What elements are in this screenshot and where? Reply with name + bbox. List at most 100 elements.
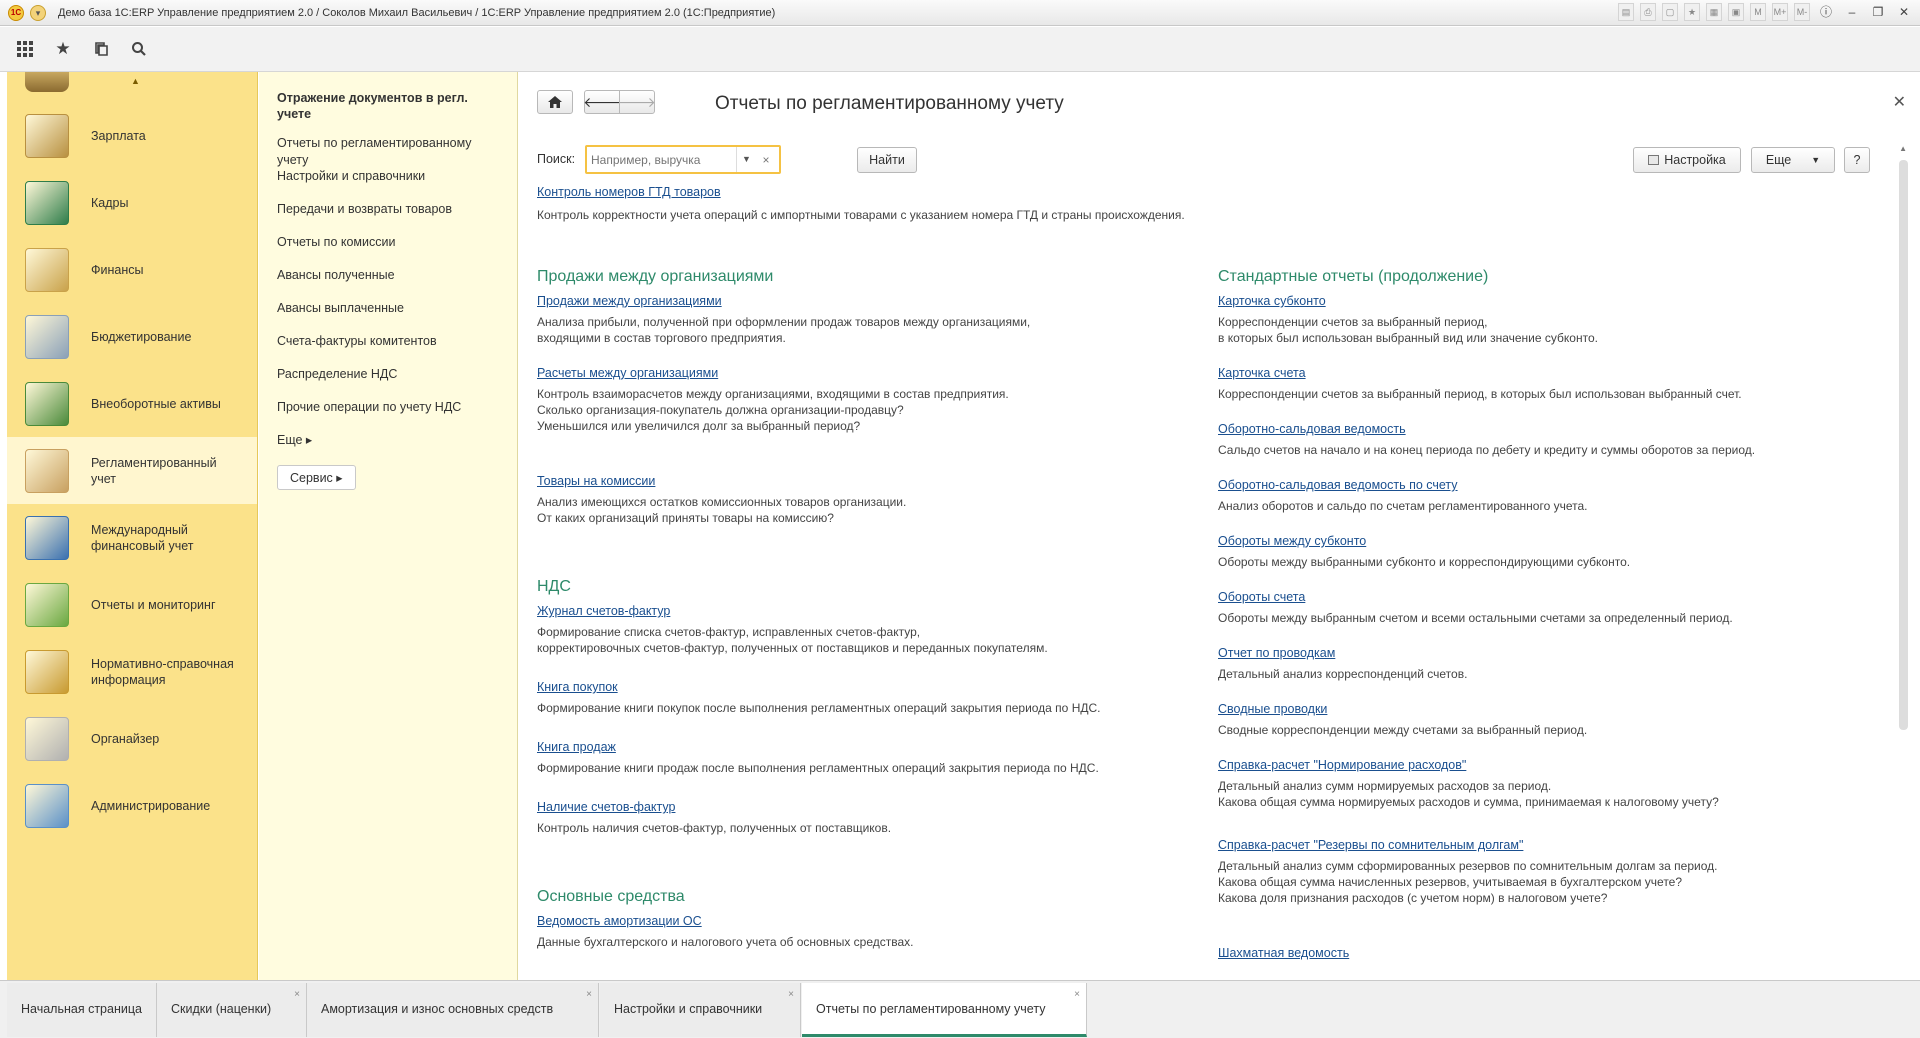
- section-item[interactable]: Регламентированный учет: [7, 437, 257, 504]
- minimize-icon[interactable]: –: [1842, 3, 1862, 21]
- tab-close-icon[interactable]: ×: [294, 969, 300, 1021]
- report-link[interactable]: Отчет по проводкам: [1218, 646, 1335, 660]
- panel-item[interactable]: Прочие операции по учету НДС: [277, 399, 499, 432]
- panel-item[interactable]: Отчеты по комиссии: [277, 234, 499, 267]
- description-line: корректировочных счетов-фактур, полученн…: [537, 641, 1048, 655]
- panel-item[interactable]: Счета-фактуры комитентов: [277, 333, 499, 366]
- app-logo-icon[interactable]: 1С: [8, 4, 24, 21]
- report-link[interactable]: Оборотно-сальдовая ведомость по счету: [1218, 478, 1458, 492]
- window-tab[interactable]: Скидки (наценки) ×: [157, 983, 307, 1037]
- favorites-star-icon[interactable]: ★: [44, 27, 82, 72]
- panel-items: Отчеты по регламентированному учету Настр…: [277, 135, 499, 432]
- calculator-icon[interactable]: ▦: [1706, 3, 1722, 21]
- window-tab[interactable]: Настройки и справочники ×: [600, 983, 801, 1037]
- service-button[interactable]: Сервис ▸: [277, 465, 356, 490]
- report-link[interactable]: Справка-расчет "Нормирование расходов": [1218, 758, 1466, 772]
- scroll-up-icon[interactable]: ▲: [131, 76, 140, 86]
- history-icon[interactable]: [82, 27, 120, 72]
- reports-chart-icon: [25, 582, 69, 627]
- report-link[interactable]: Справка-расчет "Резервы по сомнительным …: [1218, 838, 1523, 852]
- more-button[interactable]: Еще ▼: [1751, 147, 1835, 173]
- window-tab[interactable]: Отчеты по регламентированному учету ×: [802, 983, 1087, 1037]
- memory-m-icon[interactable]: M: [1750, 3, 1766, 21]
- info-icon[interactable]: ⓘ: [1816, 3, 1836, 21]
- section-item[interactable]: Международный финансовый учет: [7, 504, 257, 571]
- report-link[interactable]: Расчеты между организациями: [537, 366, 718, 380]
- section-item[interactable]: Отчеты и мониторинг: [7, 571, 257, 638]
- report-link[interactable]: Ведомость амортизации ОС: [537, 914, 702, 928]
- help-button[interactable]: ?: [1844, 147, 1870, 173]
- scroll-up-arrow-icon[interactable]: ▲: [1899, 144, 1907, 153]
- top-report: Контроль номеров ГТД товаров Контроль ко…: [537, 185, 1185, 223]
- section-item[interactable]: Кадры: [7, 169, 257, 236]
- search-dropdown-icon[interactable]: ▼: [736, 147, 756, 172]
- panel-item[interactable]: Авансы выплаченные: [277, 300, 499, 333]
- report-link[interactable]: Сводные проводки: [1218, 702, 1327, 716]
- report-description: Детальный анализ сумм сформированных рез…: [1218, 858, 1878, 906]
- panel-item[interactable]: Распределение НДС: [277, 366, 499, 399]
- section-label: Финансы: [91, 262, 144, 277]
- window-tab[interactable]: Амортизация и износ основных средств ×: [307, 983, 599, 1037]
- memory-mminus-icon[interactable]: M-: [1794, 3, 1810, 21]
- report-link[interactable]: Шахматная ведомость: [1218, 946, 1349, 960]
- report-link[interactable]: Карточка субконто: [1218, 294, 1326, 308]
- print-icon[interactable]: ⎙: [1640, 3, 1656, 21]
- forward-button[interactable]: 🡒: [618, 90, 656, 114]
- report-link[interactable]: Обороты между субконто: [1218, 534, 1366, 548]
- back-button[interactable]: 🡐: [583, 90, 621, 114]
- global-search-icon[interactable]: [120, 27, 158, 72]
- report-description: Детальный анализ сумм нормируемых расход…: [1218, 778, 1878, 810]
- section-item[interactable]: Финансы: [7, 236, 257, 303]
- report-link[interactable]: Продажи между организациями: [537, 294, 722, 308]
- report-item: Справка-расчет "Резервы по сомнительным …: [1218, 838, 1878, 906]
- favorites-icon[interactable]: ★: [1684, 3, 1700, 21]
- memory-mplus-icon[interactable]: M+: [1772, 3, 1788, 21]
- main-menu-icon[interactable]: ▾: [30, 4, 46, 21]
- report-link[interactable]: Книга продаж: [537, 740, 616, 754]
- panel-item[interactable]: Настройки и справочники: [277, 168, 499, 201]
- all-functions-grid-icon[interactable]: [6, 27, 44, 72]
- report-link[interactable]: Наличие счетов-фактур: [537, 800, 675, 814]
- document-icon[interactable]: ▢: [1662, 3, 1678, 21]
- find-button[interactable]: Найти: [857, 147, 917, 173]
- panel-item[interactable]: Отчеты по регламентированному учету: [277, 135, 499, 168]
- panel-item[interactable]: Передачи и возвраты товаров: [277, 201, 499, 234]
- report-description: Формирование книги покупок после выполне…: [537, 700, 1177, 716]
- window-tab[interactable]: Начальная страница: [7, 983, 157, 1037]
- description-line: Сколько организация-покупатель должна ор…: [537, 403, 904, 417]
- panel-more-link[interactable]: Еще ▸: [277, 432, 499, 465]
- window-close-icon[interactable]: ✕: [1894, 3, 1914, 21]
- panel-item[interactable]: Авансы полученные: [277, 267, 499, 300]
- settings-button[interactable]: Настройка: [1633, 147, 1741, 173]
- report-link[interactable]: Карточка счета: [1218, 366, 1306, 380]
- section-item[interactable]: Внеоборотные активы: [7, 370, 257, 437]
- report-link[interactable]: Контроль номеров ГТД товаров: [537, 185, 721, 199]
- report-link[interactable]: Оборотно-сальдовая ведомость: [1218, 422, 1406, 436]
- restore-icon[interactable]: ❐: [1868, 3, 1888, 21]
- section-label: Органайзер: [91, 731, 160, 746]
- tab-label: Настройки и справочники: [614, 1002, 763, 1016]
- search-clear-icon[interactable]: ×: [756, 153, 776, 167]
- section-item[interactable]: Зарплата: [7, 102, 257, 169]
- budget-icon: [25, 314, 69, 359]
- calendar-icon[interactable]: ▣: [1728, 3, 1744, 21]
- save-icon[interactable]: ▤: [1618, 3, 1634, 21]
- scrollbar[interactable]: [1899, 160, 1908, 730]
- section-item[interactable]: Органайзер: [7, 705, 257, 772]
- close-form-icon[interactable]: ✕: [1893, 92, 1906, 112]
- tab-close-icon[interactable]: ×: [586, 969, 592, 1021]
- home-button[interactable]: [537, 90, 573, 114]
- report-link[interactable]: Товары на комиссии: [537, 474, 655, 488]
- section-item[interactable]: Нормативно-справочная информация: [7, 638, 257, 705]
- report-link[interactable]: Обороты счета: [1218, 590, 1305, 604]
- search-input[interactable]: [591, 152, 736, 167]
- section-item[interactable]: Администрирование: [7, 772, 257, 839]
- tab-close-icon[interactable]: ×: [1074, 969, 1080, 1021]
- section-item[interactable]: Бюджетирование: [7, 303, 257, 370]
- report-item: Отчет по проводкам Детальный анализ корре…: [1218, 646, 1878, 682]
- report-link[interactable]: Книга покупок: [537, 680, 618, 694]
- fixed-assets-icon: [25, 381, 69, 426]
- tab-close-icon[interactable]: ×: [788, 969, 794, 1021]
- description-line: Какова общая сумма нормируемых расходов …: [1218, 795, 1719, 809]
- report-link[interactable]: Журнал счетов-фактур: [537, 604, 670, 618]
